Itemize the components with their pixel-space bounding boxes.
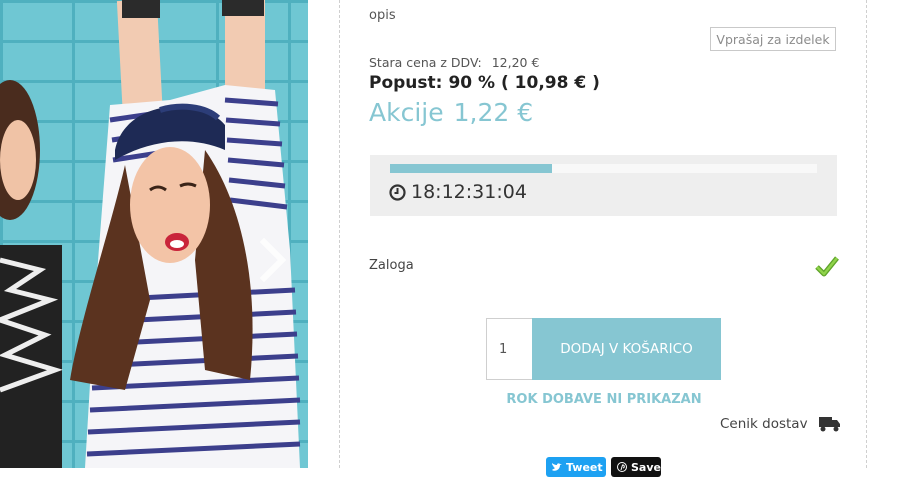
countdown-progress-fill <box>390 164 553 173</box>
sale-price: Akcije 1,22 € <box>369 98 533 127</box>
countdown-progress-track <box>390 164 817 173</box>
tweet-label: Tweet <box>566 460 603 474</box>
save-label: Save <box>631 460 661 474</box>
ask-about-product-button[interactable]: Vprašaj za izdelek <box>710 27 836 51</box>
product-photo-illustration <box>0 0 301 468</box>
countdown-box: 18:12:31:04 <box>370 155 837 216</box>
clock-icon <box>389 183 406 201</box>
sale-price-label: Akcije <box>369 98 444 127</box>
chevron-right-icon <box>259 238 287 282</box>
sale-price-value: 1,22 € <box>453 98 534 127</box>
delivery-time-note: ROK DOBAVE NI PRIKAZAN <box>506 392 702 407</box>
stock-label: Zaloga <box>369 258 414 273</box>
pinterest-icon <box>617 462 627 472</box>
countdown-time: 18:12:31:04 <box>411 181 527 203</box>
old-price-value: 12,20 € <box>491 55 540 70</box>
discount-value: 90 % ( 10,98 € ) <box>448 73 600 93</box>
discount-label: Popust: <box>369 73 443 93</box>
product-image <box>0 0 308 468</box>
quantity-input[interactable] <box>486 318 533 380</box>
checkmark-icon <box>815 256 839 277</box>
shipping-prices-link[interactable]: Cenik dostav <box>720 416 841 432</box>
image-next-button[interactable] <box>258 238 306 290</box>
tweet-button[interactable]: Tweet <box>546 457 606 477</box>
old-price: Stara cena z DDV: 12,20 € <box>369 55 539 70</box>
twitter-bird-icon <box>552 462 562 471</box>
pinterest-save-button[interactable]: Save <box>611 457 661 477</box>
shipping-prices-label: Cenik dostav <box>720 416 808 432</box>
description-label: opis <box>369 8 396 23</box>
add-to-cart-button[interactable]: DODAJ V KOŠARICO <box>532 318 721 380</box>
product-info-panel: opis Vprašaj za izdelek Stara cena z DDV… <box>339 0 867 477</box>
truck-icon <box>818 417 840 432</box>
countdown-row: 18:12:31:04 <box>389 181 527 203</box>
discount: Popust: 90 % ( 10,98 € ) <box>369 73 600 93</box>
old-price-label: Stara cena z DDV: <box>369 55 482 70</box>
